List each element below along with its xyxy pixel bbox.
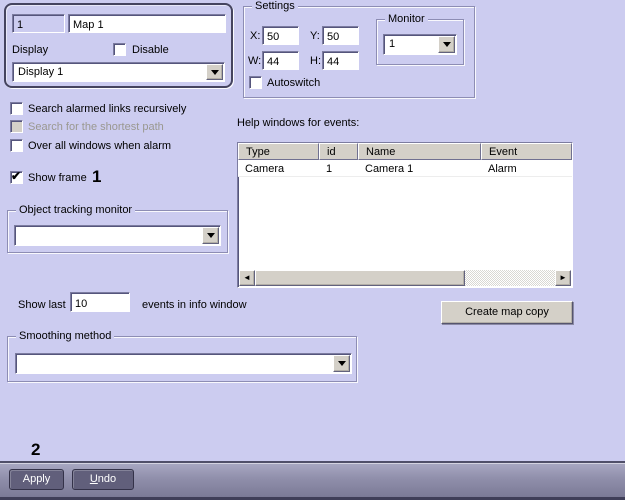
cell-name: Camera 1 [365, 163, 414, 175]
monitor-select[interactable]: 1 [383, 34, 457, 55]
table-row[interactable]: Camera 1 Camera 1 Alarm [238, 160, 572, 177]
undo-button[interactable]: Undo [72, 469, 134, 490]
over-all-windows-checkbox[interactable] [10, 139, 23, 152]
horizontal-scrollbar[interactable]: ◄ ► [239, 270, 571, 286]
apply-button[interactable]: Apply [9, 469, 64, 490]
autoswitch-label: Autoswitch [267, 77, 321, 89]
help-events-table-header: Type id Name Event [238, 143, 572, 160]
shortest-path-checkbox [10, 120, 23, 133]
show-frame-checkbox[interactable]: ✔ [10, 169, 23, 184]
shortest-path-label: Search for the shortest path [28, 121, 164, 133]
cell-event: Alarm [488, 163, 517, 175]
chevron-down-icon[interactable] [438, 36, 455, 53]
w-field[interactable] [262, 51, 299, 70]
chevron-down-icon[interactable] [333, 355, 350, 372]
settings-group: Settings X: Y: W: H: Monitor 1 Autoswitc… [243, 0, 475, 98]
column-header-name[interactable]: Name [358, 143, 481, 160]
help-events-table: Type id Name Event Camera 1 Camera 1 Ala… [237, 142, 573, 288]
map-settings-panel: Display Disable Display 1 Search alarmed… [0, 0, 625, 500]
apply-button-label: Apply [22, 473, 51, 485]
create-map-copy-button[interactable]: Create map copy [441, 301, 573, 324]
x-label: X: [250, 30, 261, 42]
annotation-step-1: 1 [92, 167, 102, 186]
h-label: H: [310, 55, 321, 67]
h-field[interactable] [322, 51, 359, 70]
display-select-field: Display 1 [12, 62, 225, 82]
smoothing-group: Smoothing method [7, 330, 357, 382]
scroll-left-icon[interactable]: ◄ [239, 270, 255, 286]
chevron-down-icon[interactable] [202, 227, 219, 244]
object-tracking-field [14, 225, 221, 246]
object-tracking-select[interactable] [14, 225, 221, 246]
show-last-label: Show last [18, 299, 66, 311]
smoothing-title: Smoothing method [16, 330, 115, 342]
settings-title: Settings [252, 0, 298, 12]
undo-button-label: ndo [97, 473, 117, 485]
smoothing-select[interactable] [15, 353, 352, 374]
column-header-id[interactable]: id [319, 143, 358, 160]
map-id-field[interactable] [12, 14, 65, 33]
object-tracking-title: Object tracking monitor [16, 204, 136, 216]
scrollbar-thumb[interactable] [255, 270, 465, 286]
disable-checkbox-label: Disable [132, 44, 169, 56]
display-select-value: Display 1 [18, 66, 64, 78]
monitor-value: 1 [389, 38, 396, 50]
events-info-window-label: events in info window [142, 299, 247, 311]
bottom-toolbar: Apply Undo [0, 461, 625, 500]
y-label: Y: [310, 30, 320, 42]
display-label: Display [12, 44, 49, 56]
smoothing-field [15, 353, 352, 374]
column-header-event[interactable]: Event [481, 143, 572, 160]
search-alarmed-label: Search alarmed links recursively [28, 103, 187, 115]
cell-type: Camera [245, 163, 285, 175]
chevron-down-icon[interactable] [206, 64, 223, 80]
w-label: W: [248, 55, 262, 67]
search-alarmed-checkbox[interactable] [10, 102, 23, 115]
autoswitch-checkbox[interactable] [249, 76, 262, 89]
cell-id: 1 [326, 163, 333, 175]
object-tracking-group: Object tracking monitor [7, 204, 228, 253]
monitor-title: Monitor [385, 13, 428, 25]
show-frame-label: Show frame [28, 172, 87, 184]
check-icon: ✔ [11, 169, 22, 183]
show-last-input[interactable] [70, 292, 130, 312]
map-identity-group: Display Disable Display 1 [4, 3, 233, 88]
x-field[interactable] [262, 26, 299, 45]
y-field[interactable] [322, 26, 359, 45]
undo-accel: U [89, 473, 98, 485]
display-select[interactable]: Display 1 [12, 62, 225, 82]
scroll-right-icon[interactable]: ► [555, 270, 571, 286]
over-all-windows-label: Over all windows when alarm [28, 140, 172, 152]
create-map-copy-label: Create map copy [465, 306, 549, 318]
annotation-step-2: 2 [31, 440, 41, 459]
map-name-field[interactable] [68, 14, 226, 33]
help-windows-label: Help windows for events: [237, 117, 360, 129]
column-header-type[interactable]: Type [238, 143, 319, 160]
monitor-group: Monitor 1 [376, 13, 464, 65]
disable-checkbox[interactable] [113, 43, 126, 56]
